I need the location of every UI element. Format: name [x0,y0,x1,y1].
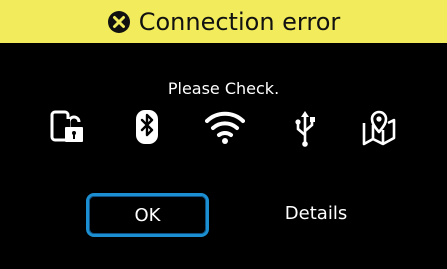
phone-lock-icon [48,108,88,152]
usb-icon [285,108,325,152]
ok-button[interactable]: OK [86,193,209,237]
bluetooth-icon [127,108,167,152]
connection-icons-row [0,108,447,152]
error-icon [107,10,131,34]
wifi-icon [205,108,245,152]
title-bar: Connection error [0,0,447,43]
dialog-title: Connection error [138,7,341,36]
check-message: Please Check. [167,79,280,98]
details-button[interactable]: Details [256,192,376,234]
map-pin-icon [359,108,399,152]
connection-error-dialog: Connection error Please Check. OK Detail… [0,0,447,269]
